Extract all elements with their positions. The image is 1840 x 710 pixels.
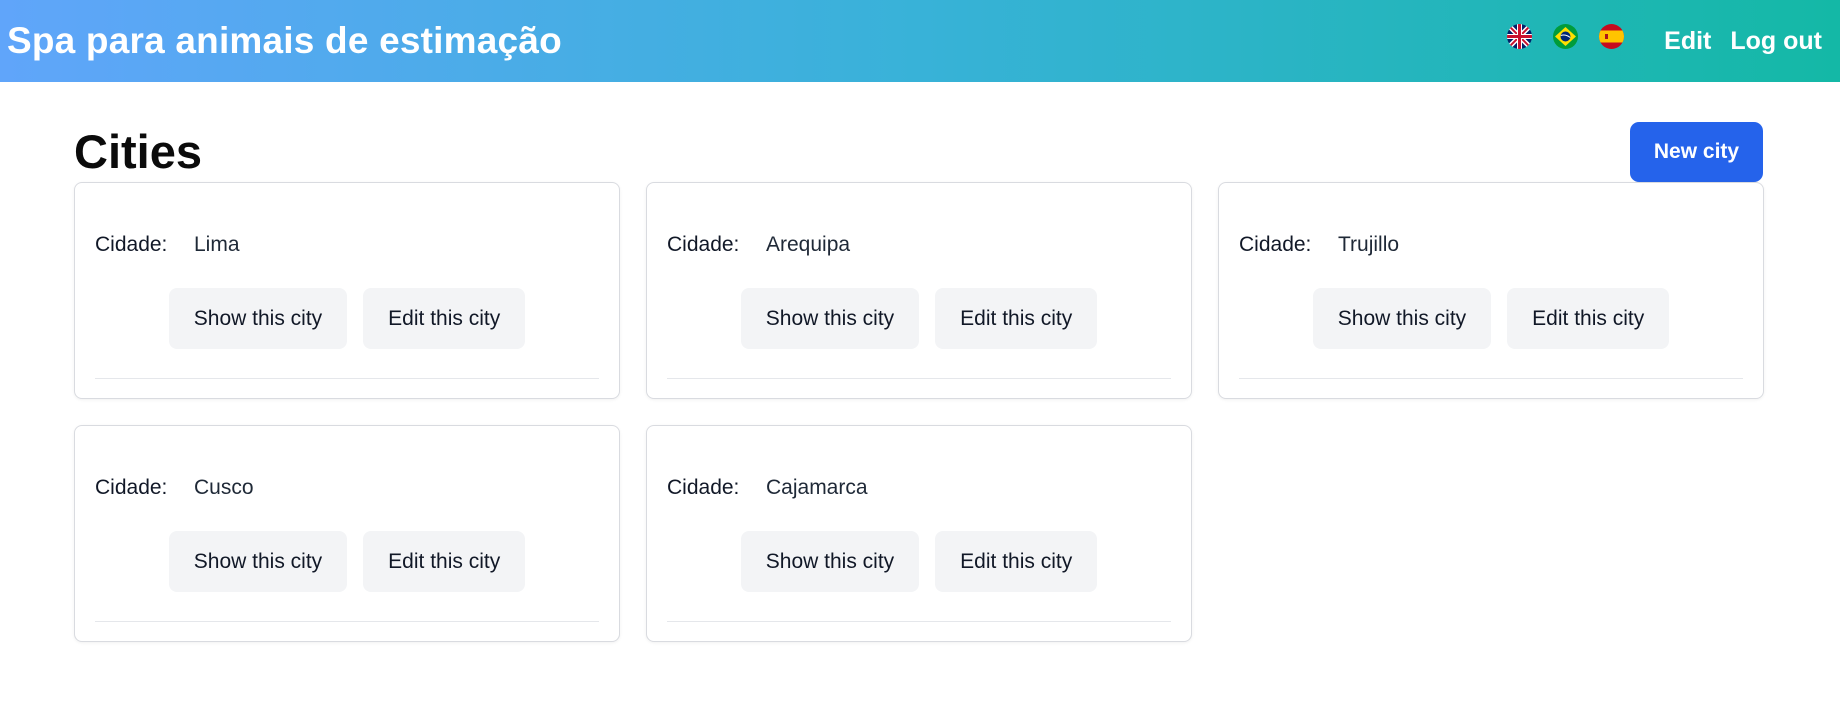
city-card: Cidade: Arequipa Show this city Edit thi… xyxy=(646,182,1192,399)
card-actions: Show this city Edit this city xyxy=(647,288,1191,349)
city-field: Cidade: Trujillo xyxy=(1239,233,1399,257)
show-city-button[interactable]: Show this city xyxy=(740,288,920,349)
top-navbar: Spa para animais de estimação Edit Log o… xyxy=(0,0,1840,82)
city-name: Lima xyxy=(194,233,240,256)
card-actions: Show this city Edit this city xyxy=(1219,288,1763,349)
city-field-label: Cidade: xyxy=(1239,233,1312,256)
page-title: Cities xyxy=(74,125,202,178)
card-actions: Show this city Edit this city xyxy=(75,531,619,592)
spain-flag-icon[interactable] xyxy=(1599,23,1625,49)
city-card: Cidade: Cusco Show this city Edit this c… xyxy=(74,425,620,642)
card-actions: Show this city Edit this city xyxy=(647,531,1191,592)
city-field: Cidade: Cusco xyxy=(95,476,254,500)
card-actions: Show this city Edit this city xyxy=(75,288,619,349)
city-card: Cidade: Cajamarca Show this city Edit th… xyxy=(646,425,1192,642)
card-divider xyxy=(95,378,599,379)
new-city-button[interactable]: New city xyxy=(1630,122,1763,182)
edit-city-button[interactable]: Edit this city xyxy=(363,531,526,592)
city-card: Cidade: Trujillo Show this city Edit thi… xyxy=(1218,182,1764,399)
city-card: Cidade: Lima Show this city Edit this ci… xyxy=(74,182,620,399)
city-name: Cusco xyxy=(194,476,254,499)
show-city-button[interactable]: Show this city xyxy=(168,288,348,349)
city-field: Cidade: Arequipa xyxy=(667,233,850,257)
city-field: Cidade: Cajamarca xyxy=(667,476,868,500)
card-divider xyxy=(667,621,1171,622)
show-city-button[interactable]: Show this city xyxy=(1312,288,1492,349)
city-field: Cidade: Lima xyxy=(95,233,240,257)
edit-profile-link[interactable]: Edit xyxy=(1664,27,1711,56)
card-divider xyxy=(667,378,1171,379)
uk-flag-icon[interactable] xyxy=(1507,23,1533,49)
city-list: Cidade: Lima Show this city Edit this ci… xyxy=(74,182,1764,642)
city-field-label: Cidade: xyxy=(667,476,740,499)
city-name: Trujillo xyxy=(1338,233,1400,256)
navbar-actions: Edit Log out xyxy=(1507,0,1840,82)
city-name: Arequipa xyxy=(766,233,851,256)
show-city-button[interactable]: Show this city xyxy=(740,531,920,592)
card-divider xyxy=(1239,378,1743,379)
city-field-label: Cidade: xyxy=(95,233,168,256)
city-field-label: Cidade: xyxy=(667,233,740,256)
edit-city-button[interactable]: Edit this city xyxy=(363,288,526,349)
city-name: Cajamarca xyxy=(766,476,868,499)
edit-city-button[interactable]: Edit this city xyxy=(935,288,1098,349)
logout-link[interactable]: Log out xyxy=(1730,27,1822,56)
edit-city-button[interactable]: Edit this city xyxy=(1507,288,1670,349)
app-brand[interactable]: Spa para animais de estimação xyxy=(7,20,562,62)
show-city-button[interactable]: Show this city xyxy=(168,531,348,592)
edit-city-button[interactable]: Edit this city xyxy=(935,531,1098,592)
card-divider xyxy=(95,621,599,622)
brazil-flag-icon[interactable] xyxy=(1553,23,1579,49)
city-field-label: Cidade: xyxy=(95,476,168,499)
